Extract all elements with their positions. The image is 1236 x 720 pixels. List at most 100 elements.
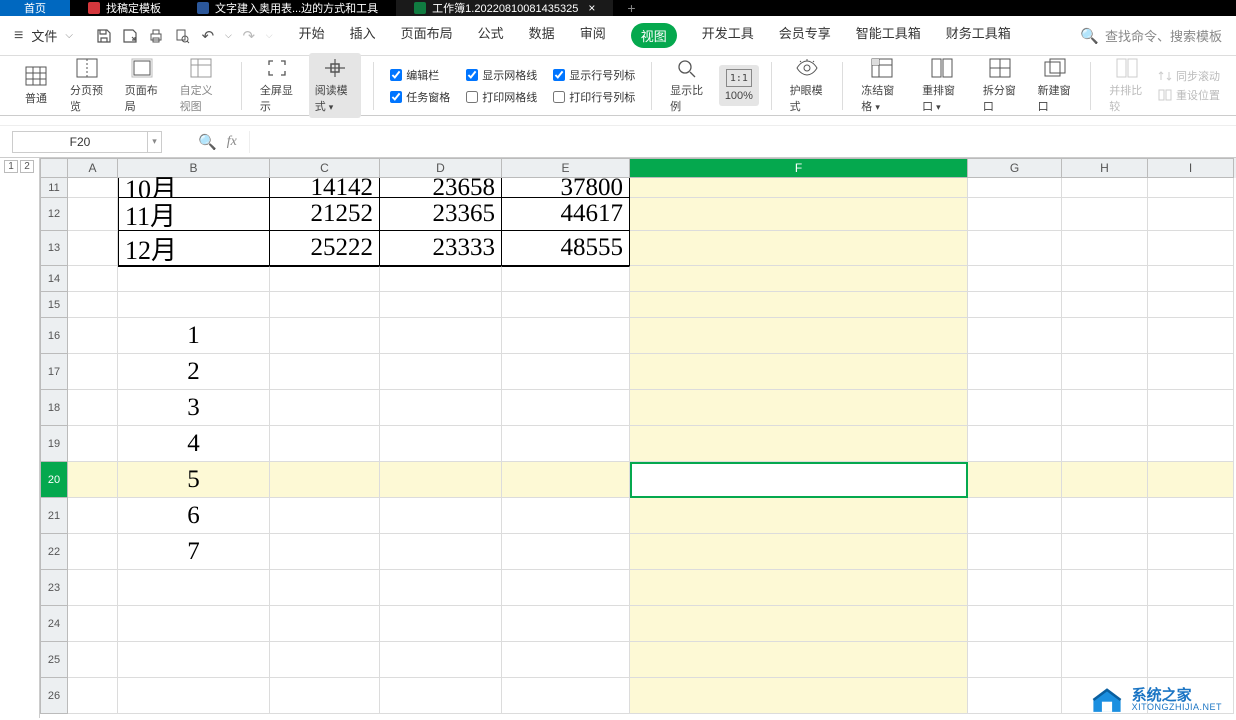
sheet-area: 1 2 A B C D E F G H I 1110月1414223658378… (0, 158, 1236, 718)
table-row: 14 (40, 266, 1236, 292)
file-bar: ≡ 文件 ⌵ ↶ ⌵ ↷ ⌵ 开始 插入 页面布局 公式 数据 审阅 视图 开发… (0, 16, 1236, 56)
doc-icon (197, 2, 209, 14)
chevron-down-icon[interactable]: ⌵ (225, 30, 232, 41)
side-by-side-button: 并排比较 (1103, 53, 1150, 118)
outline-column: 1 2 (0, 158, 40, 718)
col-header-I[interactable]: I (1148, 158, 1234, 178)
redo-icon[interactable]: ↷ (240, 27, 258, 45)
formula-input[interactable] (249, 131, 1236, 153)
view-normal-button[interactable]: 普通 (16, 61, 56, 110)
table-row: 183 (40, 390, 1236, 426)
tab-bar: 首页 找稿定模板 文字建入奥用表...边的方式和工具 工作簿1.20220810… (0, 0, 1236, 16)
table-row: 1211月212522336544617 (40, 198, 1236, 231)
menu-view[interactable]: 视图 (631, 23, 677, 48)
outline-level-1[interactable]: 1 (4, 160, 18, 173)
col-header-A[interactable]: A (68, 158, 118, 178)
chevron-down-icon: ⌵ (65, 30, 73, 41)
new-window-button[interactable]: 新建窗口 (1032, 53, 1079, 118)
new-tab-button[interactable]: + (613, 0, 649, 16)
search-icon: 🔍 (1080, 27, 1099, 45)
menu-start[interactable]: 开始 (299, 23, 325, 48)
doc-icon (88, 2, 100, 14)
table-row: 205 (40, 462, 1236, 498)
save-icon[interactable] (95, 27, 113, 45)
view-page-layout-button[interactable]: 页面布局 (119, 53, 166, 118)
reading-mode-button[interactable]: 阅读模式 ▾ (309, 53, 362, 118)
hamburger-icon[interactable]: ≡ (14, 27, 23, 45)
name-box-dropdown[interactable]: ▾ (147, 132, 161, 152)
view-custom-button[interactable]: 自定义视图 (174, 53, 230, 118)
ribbon: 普通 分页预览 页面布局 自定义视图 全屏显示 阅读模式 ▾ 编辑栏 任务窗格 … (0, 56, 1236, 116)
chk-show-gridlines[interactable]: 显示网格线 (466, 67, 537, 83)
view-checkboxes-2: 显示网格线 打印网格线 (462, 65, 541, 107)
chk-formula-bar[interactable]: 编辑栏 (390, 67, 450, 83)
cell-reference: F20 (13, 135, 147, 149)
menu-review[interactable]: 审阅 (580, 23, 606, 48)
menu-finance-toolbox[interactable]: 财务工具箱 (946, 23, 1011, 48)
sync-scroll-label: 同步滚动 (1176, 68, 1220, 84)
freeze-panes-button[interactable]: 冻结窗格 ▾ (855, 53, 908, 118)
menu-insert[interactable]: 插入 (350, 23, 376, 48)
grid-rows: 1110月141422365837800 1211月21252233654461… (40, 178, 1236, 714)
column-headers: A B C D E F G H I (40, 158, 1236, 178)
select-all-corner[interactable] (40, 158, 68, 178)
close-icon[interactable]: × (588, 1, 595, 15)
tab-templates[interactable]: 找稿定模板 (70, 0, 179, 16)
formula-bar: F20 ▾ 🔍 fx (0, 126, 1236, 158)
table-row: 194 (40, 426, 1236, 462)
menu-formula[interactable]: 公式 (478, 23, 504, 48)
view-page-preview-button[interactable]: 分页预览 (64, 53, 111, 118)
fx-label[interactable]: fx (227, 134, 237, 150)
print-preview-icon[interactable] (173, 27, 191, 45)
fullscreen-button[interactable]: 全屏显示 (254, 53, 301, 118)
command-search[interactable]: 🔍 查找命令、搜索模板 (1080, 26, 1222, 45)
tab-word-doc[interactable]: 文字建入奥用表...边的方式和工具 (179, 0, 396, 16)
menu-data[interactable]: 数据 (529, 23, 555, 48)
zoom-100-button[interactable]: 1:1100% (719, 65, 759, 106)
table-row: 23 (40, 570, 1236, 606)
file-menu[interactable]: 文件 (31, 26, 57, 45)
table-row: 1312月252222333348555 (40, 231, 1236, 266)
tab-home-label: 首页 (24, 0, 46, 16)
zoom-formula-icon[interactable]: 🔍 (198, 133, 217, 151)
watermark-title: 系统之家 (1132, 688, 1222, 703)
tab-home[interactable]: 首页 (0, 0, 70, 16)
table-row: 161 (40, 318, 1236, 354)
table-row: 15 (40, 292, 1236, 318)
watermark: 系统之家 XITONGZHIJIA.NET (1090, 686, 1222, 714)
zoom-button[interactable]: 显示比例 (664, 53, 711, 118)
undo-icon[interactable]: ↶ (199, 27, 217, 45)
sync-reset-group: 同步滚动 重设位置 (1158, 66, 1220, 105)
chk-print-gridlines[interactable]: 打印网格线 (466, 89, 537, 105)
tab-workbook[interactable]: 工作簿1.20220810081435325× (396, 0, 613, 16)
chk-task-pane[interactable]: 任务窗格 (390, 89, 450, 105)
table-row: 26 (40, 678, 1236, 714)
chevron-down-icon: ⌵ (266, 30, 273, 41)
table-row: 216 (40, 498, 1236, 534)
col-header-F[interactable]: F (630, 158, 968, 178)
outline-level-2[interactable]: 2 (20, 160, 34, 173)
menu-page-layout[interactable]: 页面布局 (401, 23, 453, 48)
save-as-icon[interactable] (121, 27, 139, 45)
arrange-windows-button[interactable]: 重排窗口 ▾ (916, 53, 969, 118)
menu-smart-toolbox[interactable]: 智能工具箱 (856, 23, 921, 48)
grid[interactable]: A B C D E F G H I 1110月141422365837800 1… (40, 158, 1236, 718)
menu-member[interactable]: 会员专享 (779, 23, 831, 48)
chk-show-headings[interactable]: 显示行号列标 (553, 67, 635, 83)
menu-dev-tools[interactable]: 开发工具 (702, 23, 754, 48)
table-row: 24 (40, 606, 1236, 642)
spreadsheet-icon (414, 2, 426, 14)
table-row: 25 (40, 642, 1236, 678)
reset-position-label: 重设位置 (1176, 87, 1220, 103)
print-icon[interactable] (147, 27, 165, 45)
col-header-G[interactable]: G (968, 158, 1062, 178)
table-row: 1110月141422365837800 (40, 178, 1236, 198)
house-icon (1090, 686, 1124, 714)
chk-print-headings[interactable]: 打印行号列标 (553, 89, 635, 105)
table-row: 227 (40, 534, 1236, 570)
menu-bar: 开始 插入 页面布局 公式 数据 审阅 视图 开发工具 会员专享 智能工具箱 财… (299, 23, 1011, 48)
split-window-button[interactable]: 拆分窗口 (977, 53, 1024, 118)
eye-protect-button[interactable]: 护眼模式 (784, 53, 831, 118)
name-box[interactable]: F20 ▾ (12, 131, 162, 153)
col-header-H[interactable]: H (1062, 158, 1148, 178)
